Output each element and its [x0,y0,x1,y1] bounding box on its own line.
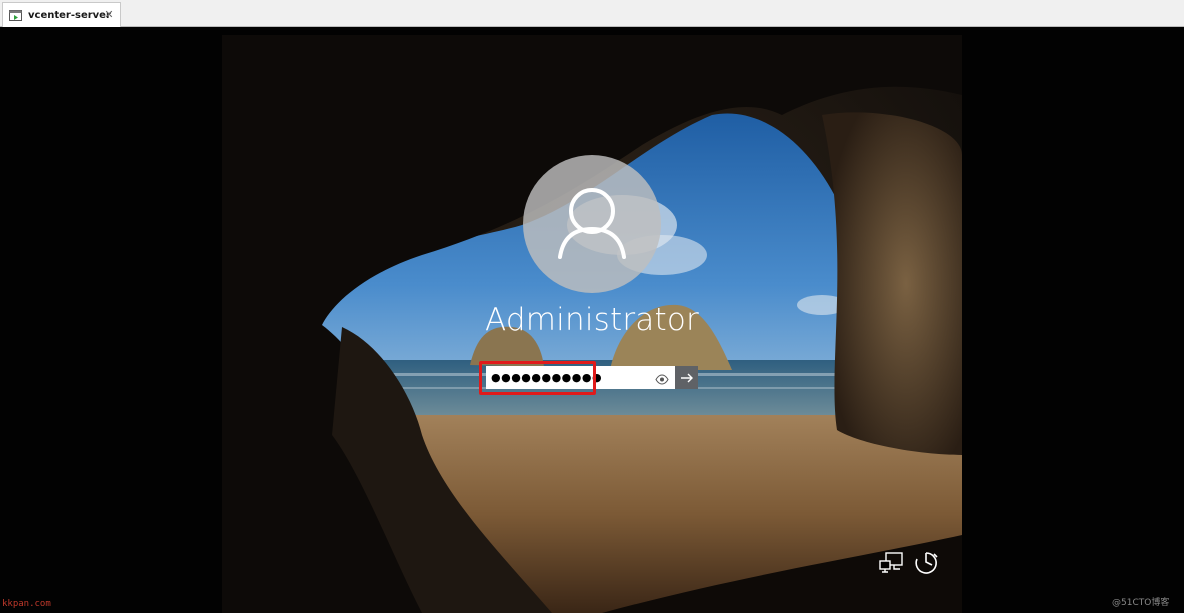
console-tab-bar: vcenter-server ✕ [0,0,1184,27]
tab-label: vcenter-server [28,9,111,21]
annotation-highlight [479,361,596,395]
arrow-right-icon [680,373,693,382]
user-icon [558,188,626,259]
watermark-left: kkpan.com [2,599,51,609]
network-icon[interactable] [878,551,904,575]
vm-console[interactable]: Administrator ●●●●●●●●●●● [0,27,1184,613]
tab-vcenter-server[interactable]: vcenter-server ✕ [2,2,121,27]
watermark-right: @51CTO博客 [1112,598,1170,608]
close-icon[interactable]: ✕ [102,7,116,21]
ease-of-access-icon[interactable] [913,550,939,576]
vm-console-icon [9,8,23,22]
user-avatar [523,155,661,293]
eye-icon[interactable] [655,371,669,385]
username-label: Administrator [485,302,699,338]
submit-button[interactable] [675,366,698,389]
